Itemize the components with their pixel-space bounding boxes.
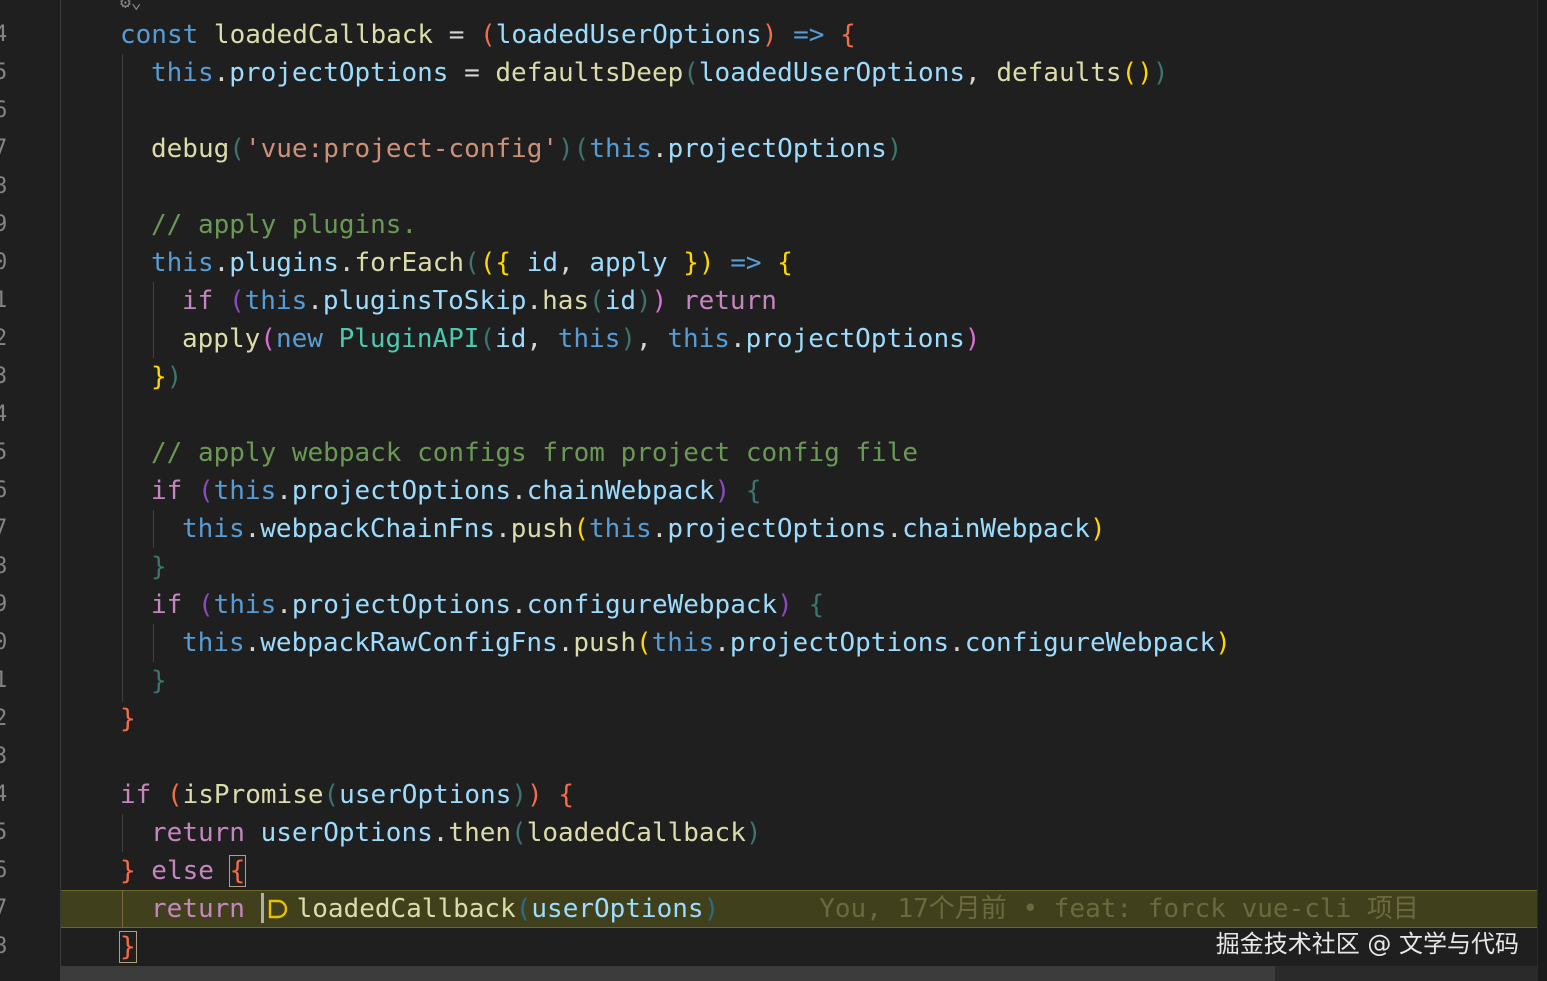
line-number: 4 [0,782,8,807]
code-line[interactable]: debug('vue:project-config')(this.project… [151,130,902,168]
code-line[interactable]: const loadedCallback = (loadedUserOption… [120,16,856,54]
line-number: 9 [0,212,8,237]
line-number: 5 [0,60,8,85]
line-number: 1 [0,668,8,693]
line-number: 2 [0,326,8,351]
line-number: 8 [0,554,8,579]
line-number: 3 [0,364,8,389]
line-number: 2 [0,706,8,731]
line-number: 1 [0,288,8,313]
lightbulb-icon[interactable] [267,893,289,919]
text-cursor [260,893,264,923]
code-line[interactable]: if (this.projectOptions.configureWebpack… [151,586,824,624]
horizontal-scrollbar-thumb[interactable] [60,966,1275,981]
indent-guide [122,814,123,852]
code-comment[interactable]: // apply plugins. [151,206,417,244]
code-line[interactable]: } [151,548,167,586]
code-line[interactable]: this.webpackRawConfigFns.push(this.proje… [182,624,1231,662]
code-line[interactable]: return userOptions.then(loadedCallback) [151,814,762,852]
line-number: 7 [0,516,8,541]
line-number: 8 [0,934,8,959]
code-line[interactable]: if (this.projectOptions.chainWebpack) { [151,472,762,510]
code-line[interactable]: } [120,700,136,738]
line-number: 6 [0,478,8,503]
git-blame-annotation: You, 17个月前 • feat: forck vue-cli 项目 [819,894,1419,924]
current-code-line[interactable]: return loadedCallback(userOptions) You, 1… [151,890,1419,928]
vertical-scrollbar[interactable] [1537,0,1547,981]
code-line[interactable]: this.webpackChainFns.push(this.projectOp… [182,510,1106,548]
code-line[interactable]: }) [151,358,182,396]
code-line[interactable]: } [151,662,167,700]
line-number: 5 [0,820,8,845]
code-line[interactable]: } [119,928,137,966]
line-number: 0 [0,250,8,275]
line-number: 8 [0,174,8,199]
line-number: 5 [0,440,8,465]
line-number: 6 [0,98,8,123]
line-number: 4 [0,402,8,427]
indent-guide [153,282,154,358]
code-line[interactable]: if (isPromise(userOptions)) { [120,776,574,814]
code-line[interactable]: this.plugins.forEach(({ id, apply }) => … [151,244,793,282]
line-number: 4 [0,22,8,47]
code-line[interactable]: } else { [120,852,247,890]
source-control-icon: ⚙⌄ [120,0,142,13]
indent-guide [153,510,154,548]
code-comment[interactable]: // apply webpack configs from project co… [151,434,918,472]
line-number: 9 [0,592,8,617]
code-line[interactable]: if (this.pluginsToSkip.has(id)) return [182,282,777,320]
line-number: 6 [0,858,8,883]
line-number: 7 [0,896,8,921]
indent-guide [122,54,123,702]
code-editor[interactable]: ⚙⌄ 4 5 6 7 8 9 0 1 2 3 4 5 6 7 8 9 0 1 2… [0,0,1547,981]
indent-guide [60,0,61,966]
line-number: 0 [0,630,8,655]
line-number: 3 [0,744,8,769]
line-number: 7 [0,136,8,161]
indent-guide [153,624,154,662]
watermark: 掘金技术社区 @ 文学与代码 [1215,930,1519,958]
code-line[interactable]: apply(new PluginAPI(id, this), this.proj… [182,320,980,358]
indent-guide [122,890,123,928]
code-line[interactable]: this.projectOptions = defaultsDeep(loade… [151,54,1169,92]
line-number-gutter: 4 5 6 7 8 9 0 1 2 3 4 5 6 7 8 9 0 1 2 3 … [0,0,12,981]
